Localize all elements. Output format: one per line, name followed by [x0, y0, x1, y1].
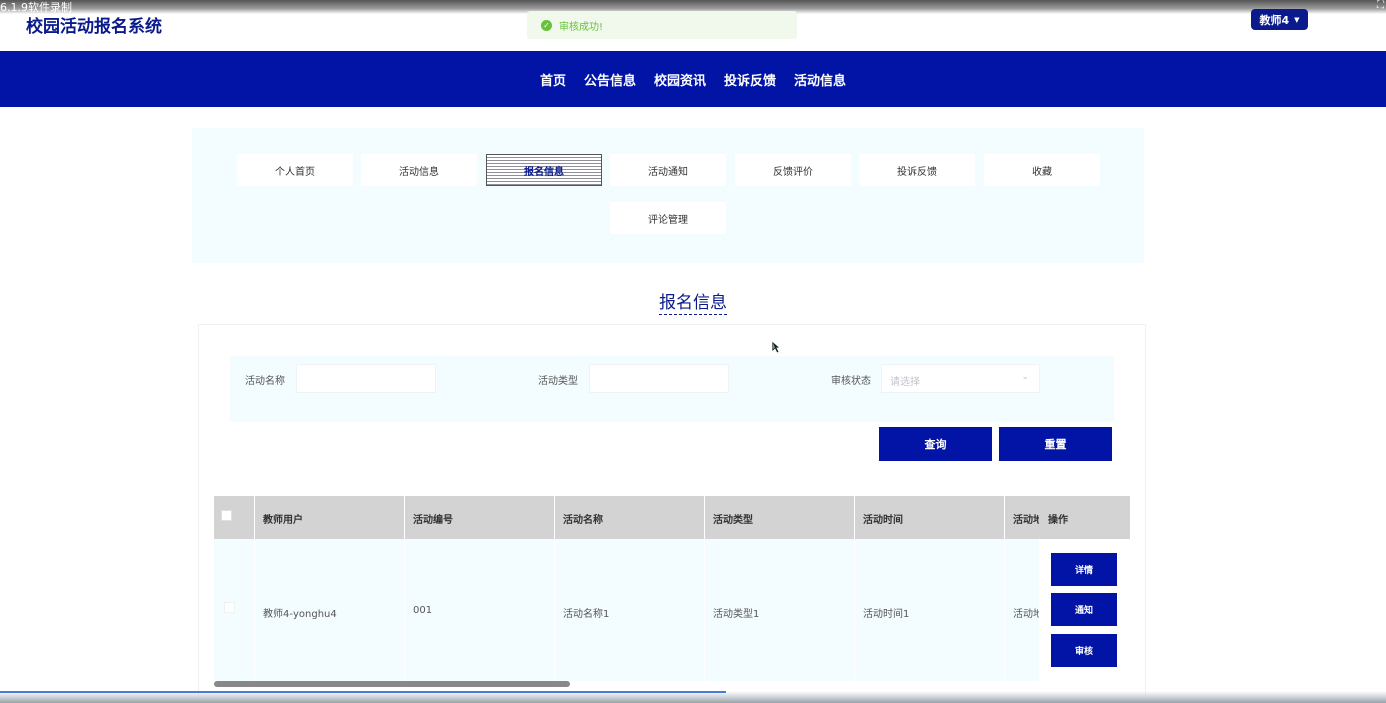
cell-activity-time: 活动时间1 [863, 609, 910, 620]
search-button[interactable]: 查询 [879, 427, 992, 461]
review-status-placeholder: 请选择 [890, 377, 920, 388]
success-toast: ✓ 审核成功! [527, 11, 797, 39]
details-button[interactable]: 详情 [1051, 553, 1117, 586]
nav-item-announcements[interactable]: 公告信息 [584, 70, 636, 89]
column-header-activity-time: 活动时间 [863, 515, 903, 526]
activity-type-label: 活动类型 [538, 376, 578, 387]
cell-teacher-user: 教师4-yonghu4 [263, 609, 337, 620]
user-menu-label: 教师4 [1259, 13, 1290, 27]
select-all-checkbox[interactable] [221, 510, 232, 521]
user-center-tabs-panel [192, 128, 1144, 263]
review-status-select[interactable]: 请选择 ⌄ [881, 364, 1040, 393]
select-arrow-icon: ⌄ [1021, 372, 1029, 382]
tab-complaints[interactable]: 投诉反馈 [859, 154, 975, 186]
column-divider [1004, 496, 1005, 681]
nav-item-activities[interactable]: 活动信息 [794, 70, 846, 89]
section-heading: 报名信息 [0, 288, 1386, 315]
mouse-cursor-icon [771, 340, 781, 354]
activity-name-label: 活动名称 [245, 376, 285, 387]
column-header-activity-id: 活动编号 [413, 515, 453, 526]
tab-favorites[interactable]: 收藏 [984, 154, 1100, 186]
cell-activity-type: 活动类型1 [713, 609, 760, 620]
column-divider [404, 496, 405, 681]
cell-activity-location: 活动地点1 [1013, 609, 1039, 620]
activity-name-input[interactable] [296, 364, 436, 393]
main-nav: 首页 公告信息 校园资讯 投诉反馈 活动信息 [0, 51, 1386, 107]
notify-button[interactable]: 通知 [1051, 593, 1117, 626]
toast-message: 审核成功! [559, 21, 604, 33]
nav-item-campus-news[interactable]: 校园资讯 [654, 70, 706, 89]
success-check-icon: ✓ [541, 19, 552, 31]
recorder-progress [0, 691, 726, 693]
tab-activity-info[interactable]: 活动信息 [361, 154, 477, 186]
tab-comments[interactable]: 评论管理 [610, 202, 726, 234]
tab-feedback[interactable]: 反馈评价 [735, 154, 851, 186]
column-divider [554, 496, 555, 681]
table-header [214, 496, 1121, 539]
site-title: 校园活动报名系统 [26, 17, 162, 37]
column-header-actions: 操作 [1048, 515, 1068, 526]
fullscreen-icon: ⛶ [1377, 0, 1384, 11]
activity-type-input[interactable] [589, 364, 729, 393]
column-divider [704, 496, 705, 681]
user-menu-button[interactable]: 教师4 ▼ [1251, 9, 1308, 30]
cell-activity-name: 活动名称1 [563, 609, 610, 620]
tab-registration-info[interactable]: 报名信息 [486, 154, 602, 186]
row-checkbox[interactable] [224, 602, 235, 613]
column-header-teacher-user: 教师用户 [263, 515, 303, 526]
column-divider [254, 496, 255, 681]
tab-personal-home[interactable]: 个人首页 [237, 154, 353, 186]
column-header-activity-type: 活动类型 [713, 515, 753, 526]
review-status-label: 审核状态 [831, 376, 871, 387]
column-divider [854, 496, 855, 681]
tab-activity-notice[interactable]: 活动通知 [610, 154, 726, 186]
column-header-activity-name: 活动名称 [563, 515, 603, 526]
nav-item-complaints[interactable]: 投诉反馈 [724, 70, 776, 89]
caret-down-icon: ▼ [1294, 15, 1300, 24]
nav-item-home[interactable]: 首页 [540, 70, 566, 89]
reset-button[interactable]: 重置 [999, 427, 1112, 461]
column-header-activity-location: 活动地点 [1013, 515, 1039, 526]
horizontal-scrollbar[interactable] [214, 681, 570, 687]
review-button[interactable]: 审核 [1051, 634, 1117, 667]
cell-activity-id: 001 [413, 605, 433, 616]
table-row [214, 539, 1121, 681]
page-title: 报名信息 [659, 293, 727, 315]
